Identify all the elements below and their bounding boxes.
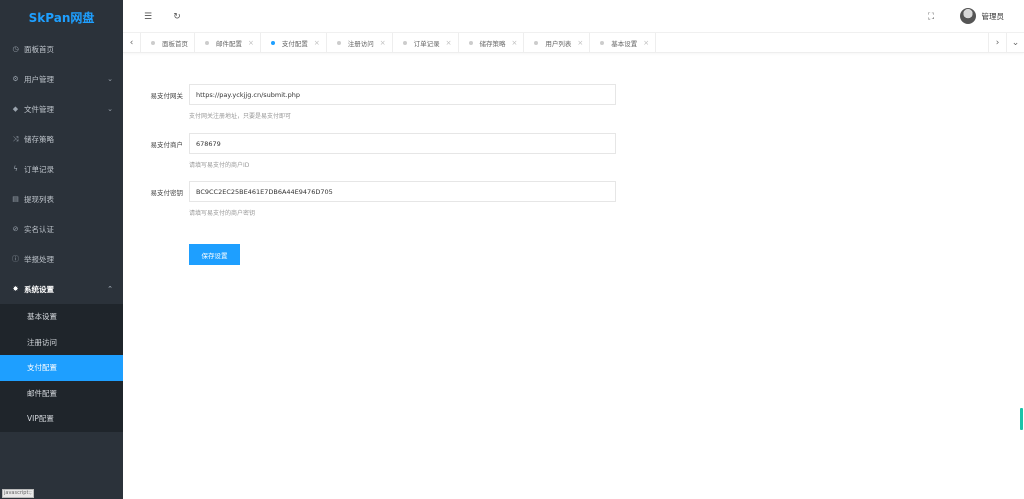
sidebar-item-label: 举报处理 bbox=[24, 254, 54, 264]
form-row-gateway: 易支付网关 bbox=[123, 84, 616, 105]
sidebar-menu: ◷ 面板首页 ⚙ 用户管理 ⌄ ◆ 文件管理 ⌄ ⤨ 储存策略 ϟ 订单记录 ▤… bbox=[0, 34, 123, 304]
sidebar-item-file-management[interactable]: ◆ 文件管理 ⌄ bbox=[0, 94, 123, 124]
file-icon: ◆ bbox=[12, 105, 19, 113]
tab-label: 注册访问 bbox=[347, 40, 374, 48]
sidebar-item-dashboard[interactable]: ◷ 面板首页 bbox=[0, 34, 123, 64]
gateway-input[interactable] bbox=[189, 84, 616, 105]
key-label: 易支付密钥 bbox=[150, 188, 184, 197]
merchant-label: 易支付商户 bbox=[150, 140, 184, 149]
tab-next-icon[interactable]: › bbox=[988, 33, 1006, 53]
sidebar-item-withdrawals[interactable]: ▤ 提现列表 bbox=[0, 184, 123, 214]
tab-dashboard[interactable]: 面板首页 bbox=[141, 33, 195, 53]
key-hint: 请填写易支付的商户密钥 bbox=[189, 210, 256, 217]
tab-list: 面板首页 邮件配置 × 支付配置 × 注册访问 × 订单记录 × 储存策略 × … bbox=[141, 33, 657, 53]
tab-basic-settings[interactable]: 基本设置 × bbox=[590, 33, 657, 53]
page-tabs: ‹ 面板首页 邮件配置 × 支付配置 × 注册访问 × 订单记录 × 储存策略 … bbox=[123, 33, 1024, 53]
close-icon[interactable]: × bbox=[314, 39, 320, 47]
order-icon: ϟ bbox=[13, 165, 18, 173]
sidebar-item-user-management[interactable]: ⚙ 用户管理 ⌄ bbox=[0, 64, 123, 94]
form-row-merchant: 易支付商户 bbox=[123, 133, 616, 154]
close-icon[interactable]: × bbox=[643, 39, 649, 47]
tab-payment-config[interactable]: 支付配置 × bbox=[261, 33, 327, 53]
dashboard-icon: ◷ bbox=[12, 45, 19, 53]
key-input[interactable] bbox=[189, 181, 616, 202]
tab-label: 基本设置 bbox=[611, 40, 638, 48]
tab-dot bbox=[336, 41, 341, 45]
floating-side-tab[interactable] bbox=[1020, 408, 1023, 430]
sidebar-item-storage-policy[interactable]: ⤨ 储存策略 bbox=[0, 124, 123, 154]
tab-label: 邮件配置 bbox=[216, 40, 242, 48]
tab-dot bbox=[205, 41, 209, 45]
tab-label: 面板首页 bbox=[162, 40, 188, 48]
tab-label: 订单记录 bbox=[413, 40, 440, 48]
sidebar: SkPan网盘 ◷ 面板首页 ⚙ 用户管理 ⌄ ◆ 文件管理 ⌄ ⤨ 储存策略 … bbox=[0, 0, 123, 499]
verify-icon: ⊘ bbox=[12, 225, 19, 233]
sidebar-subitem-registration-access[interactable]: 注册访问 bbox=[0, 330, 123, 356]
tab-label: 储存策略 bbox=[479, 40, 506, 48]
sidebar-item-system-settings[interactable]: ✸ 系统设置 ⌃ bbox=[0, 274, 123, 304]
chevron-down-icon: ⌄ bbox=[107, 105, 113, 113]
close-icon[interactable]: × bbox=[248, 39, 254, 47]
sidebar-subitem-vip-config[interactable]: VIP配置 bbox=[0, 406, 123, 432]
tab-label: 用户列表 bbox=[545, 40, 572, 48]
form-row-key: 易支付密钥 bbox=[123, 181, 616, 202]
gateway-label: 易支付网关 bbox=[150, 91, 184, 100]
sidebar-item-verification[interactable]: ⊘ 实名认证 bbox=[0, 214, 123, 244]
sidebar-subitem-payment-config[interactable]: 支付配置 bbox=[0, 355, 123, 381]
tab-dot bbox=[151, 41, 155, 45]
tab-orders[interactable]: 订单记录 × bbox=[393, 33, 459, 53]
chevron-up-icon: ⌃ bbox=[107, 285, 113, 293]
payment-config-form: 易支付网关 支付网关注册地址，只要是易支付即可 易支付商户 请填写易支付的商户I… bbox=[123, 54, 1024, 499]
sidebar-item-label: 面板首页 bbox=[24, 44, 54, 54]
close-icon[interactable]: × bbox=[512, 39, 518, 47]
sidebar-item-label: 提现列表 bbox=[24, 194, 54, 204]
tab-user-list[interactable]: 用户列表 × bbox=[524, 33, 591, 53]
fullscreen-icon[interactable]: ⛶ bbox=[924, 10, 938, 24]
sidebar-item-orders[interactable]: ϟ 订单记录 bbox=[0, 154, 123, 184]
tab-registration-access[interactable]: 注册访问 × bbox=[327, 33, 393, 53]
tab-email-config[interactable]: 邮件配置 × bbox=[195, 33, 261, 53]
avatar bbox=[959, 8, 976, 24]
user-menu[interactable]: 管理员 bbox=[959, 8, 1005, 24]
sidebar-item-label: 储存策略 bbox=[24, 134, 54, 144]
tab-dot bbox=[600, 41, 605, 45]
storage-icon: ⤨ bbox=[12, 134, 19, 143]
sidebar-item-label: 订单记录 bbox=[24, 164, 54, 174]
sidebar-subitem-email-config[interactable]: 邮件配置 bbox=[0, 381, 123, 407]
close-icon[interactable]: × bbox=[380, 39, 386, 47]
tab-storage-policy[interactable]: 储存策略 × bbox=[459, 33, 525, 53]
user-icon: ⚙ bbox=[12, 75, 19, 83]
username: 管理员 bbox=[981, 11, 1005, 21]
status-bar-link-hint: javascript:; bbox=[2, 489, 34, 498]
sidebar-item-label: 实名认证 bbox=[24, 224, 54, 234]
app-logo[interactable]: SkPan网盘 bbox=[0, 0, 123, 34]
tab-prev-icon[interactable]: ‹ bbox=[123, 33, 141, 53]
sidebar-item-label: 文件管理 bbox=[24, 104, 54, 114]
sidebar-item-label: 用户管理 bbox=[24, 74, 54, 84]
tab-dot bbox=[402, 41, 407, 45]
merchant-hint: 请填写易支付的商户ID bbox=[189, 162, 250, 169]
tab-dot-active bbox=[270, 41, 275, 45]
top-header: ☰ ↻ ⛶ 管理员 bbox=[123, 0, 1024, 33]
gateway-hint: 支付网关注册地址，只要是易支付即可 bbox=[189, 113, 292, 120]
sidebar-subitem-basic-settings[interactable]: 基本设置 bbox=[0, 304, 123, 330]
close-icon[interactable]: × bbox=[577, 39, 583, 47]
merchant-input[interactable] bbox=[189, 133, 616, 154]
tab-dot bbox=[534, 41, 539, 45]
report-icon: ⓘ bbox=[12, 255, 19, 263]
tab-dot bbox=[468, 41, 473, 45]
refresh-icon[interactable]: ↻ bbox=[170, 10, 184, 24]
settings-icon: ✸ bbox=[12, 285, 19, 293]
save-button[interactable]: 保存设置 bbox=[189, 244, 240, 265]
close-icon[interactable]: × bbox=[446, 39, 452, 47]
tab-more-icon[interactable]: ⌄ bbox=[1006, 33, 1024, 53]
sidebar-submenu-system-settings: 基本设置 注册访问 支付配置 邮件配置 VIP配置 bbox=[0, 304, 123, 432]
chevron-down-icon: ⌄ bbox=[107, 75, 113, 83]
app-window: SkPan网盘 ◷ 面板首页 ⚙ 用户管理 ⌄ ◆ 文件管理 ⌄ ⤨ 储存策略 … bbox=[0, 0, 1024, 499]
sidebar-item-label: 系统设置 bbox=[24, 284, 54, 294]
tab-label: 支付配置 bbox=[281, 40, 308, 48]
menu-toggle-icon[interactable]: ☰ bbox=[141, 10, 155, 24]
sidebar-item-reports[interactable]: ⓘ 举报处理 bbox=[0, 244, 123, 274]
withdraw-icon: ▤ bbox=[12, 195, 19, 203]
